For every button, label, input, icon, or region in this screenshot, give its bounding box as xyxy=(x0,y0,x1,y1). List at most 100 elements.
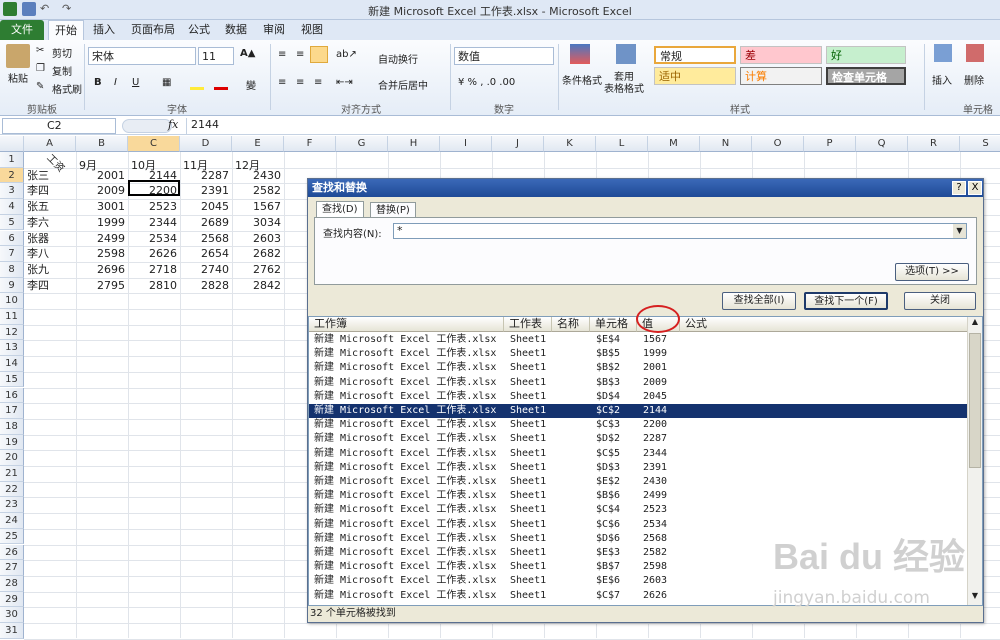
cut-icon[interactable]: ✂ xyxy=(36,45,44,56)
row-header-25[interactable]: 25 xyxy=(0,528,24,545)
result-row[interactable]: 新建 Microsoft Excel 工作表.xlsx Sheet1 $B$5 199… xyxy=(309,347,968,361)
style-neutral[interactable]: 适中 xyxy=(654,67,736,85)
results-header-2[interactable]: 名称 xyxy=(552,317,590,332)
name-box[interactable]: C2 xyxy=(2,118,116,134)
result-row[interactable]: 新建 Microsoft Excel 工作表.xlsx Sheet1 $D$2 228… xyxy=(309,432,968,446)
italic-icon[interactable]: I xyxy=(114,77,117,88)
row-header-30[interactable]: 30 xyxy=(0,607,24,623)
name-cell[interactable]: 张九 xyxy=(24,262,76,278)
column-header-b[interactable]: B xyxy=(76,136,128,152)
column-header-m[interactable]: M xyxy=(648,136,700,152)
column-header-q[interactable]: Q xyxy=(856,136,908,152)
column-header-o[interactable]: O xyxy=(752,136,804,152)
result-row[interactable]: 新建 Microsoft Excel 工作表.xlsx Sheet1 $E$4 156… xyxy=(309,333,968,347)
conditional-format-button[interactable]: 条件格式 xyxy=(562,72,602,87)
row-header-28[interactable]: 28 xyxy=(0,575,24,592)
tab-view[interactable]: 视图 xyxy=(294,20,330,40)
find-next-button[interactable]: 查找下一个(F) xyxy=(804,292,888,310)
row-header-24[interactable]: 24 xyxy=(0,513,24,529)
wrap-text-button[interactable]: 自动换行 xyxy=(378,51,418,66)
result-row[interactable]: 新建 Microsoft Excel 工作表.xlsx Sheet1 $C$3 220… xyxy=(309,418,968,432)
row-header-5[interactable]: 5 xyxy=(0,214,24,231)
column-header-j[interactable]: J xyxy=(492,136,544,152)
align-top-icon[interactable]: ≡ xyxy=(278,49,286,60)
style-check-cell[interactable]: 检查单元格 xyxy=(826,67,906,85)
value-cell[interactable]: 3001 xyxy=(76,199,128,215)
row-header-29[interactable]: 29 xyxy=(0,591,24,608)
insert-cells-icon[interactable] xyxy=(934,44,952,62)
orientation-icon[interactable]: ab↗ xyxy=(336,49,357,60)
value-cell[interactable]: 2689 xyxy=(180,215,232,231)
tab-page-layout[interactable]: 页面布局 xyxy=(124,20,182,40)
merge-center-button[interactable]: 合并后居中 xyxy=(378,77,428,92)
tab-file[interactable]: 文件 xyxy=(0,20,44,40)
underline-icon[interactable]: U xyxy=(132,77,139,88)
column-header-f[interactable]: F xyxy=(284,136,336,152)
row-header-16[interactable]: 16 xyxy=(0,387,24,404)
row-header-17[interactable]: 17 xyxy=(0,403,24,419)
value-cell[interactable]: 1567 xyxy=(232,199,284,215)
align-center-icon[interactable]: ≡ xyxy=(296,77,304,88)
value-cell[interactable]: 1999 xyxy=(76,215,128,231)
table-format-icon[interactable] xyxy=(616,44,636,64)
tab-formulas[interactable]: 公式 xyxy=(184,20,214,40)
grow-font-icon[interactable]: A▲ xyxy=(240,48,255,59)
results-header-0[interactable]: 工作簿 xyxy=(309,317,504,332)
close-icon[interactable]: X xyxy=(968,181,982,195)
close-button[interactable]: 关闭 xyxy=(904,292,976,310)
value-cell[interactable]: 2762 xyxy=(232,262,284,278)
fill-color-icon[interactable] xyxy=(190,87,204,90)
border-icon[interactable]: ▦ xyxy=(162,77,171,88)
row-header-18[interactable]: 18 xyxy=(0,418,24,435)
format-painter-button[interactable]: 格式刷 xyxy=(52,81,82,96)
tab-home[interactable]: 开始 xyxy=(48,20,84,41)
value-cell[interactable]: 2696 xyxy=(76,262,128,278)
bold-icon[interactable]: B xyxy=(94,77,102,88)
row-header-14[interactable]: 14 xyxy=(0,356,24,372)
value-cell[interactable]: 2499 xyxy=(76,231,128,247)
result-row[interactable]: 新建 Microsoft Excel 工作表.xlsx Sheet1 $D$4 204… xyxy=(309,390,968,404)
copy-icon[interactable]: ❐ xyxy=(36,63,45,74)
row-header-12[interactable]: 12 xyxy=(0,324,24,341)
insert-function-icon[interactable]: fx xyxy=(168,118,178,131)
formula-input[interactable]: 2144 xyxy=(186,118,998,134)
tab-data[interactable]: 数据 xyxy=(218,20,254,40)
row-header-21[interactable]: 21 xyxy=(0,466,24,482)
row-header-2[interactable]: 2 xyxy=(0,167,24,184)
value-cell[interactable]: 2598 xyxy=(76,246,128,262)
row-header-4[interactable]: 4 xyxy=(0,199,24,215)
tab-find[interactable]: 查找(D) xyxy=(316,201,364,218)
row-header-3[interactable]: 3 xyxy=(0,183,24,200)
value-cell[interactable]: 3034 xyxy=(232,215,284,231)
value-cell[interactable]: 2740 xyxy=(180,262,232,278)
value-cell[interactable]: 2534 xyxy=(128,231,180,247)
column-header-k[interactable]: K xyxy=(544,136,596,152)
row-header-22[interactable]: 22 xyxy=(0,481,24,498)
row-header-31[interactable]: 31 xyxy=(0,623,24,639)
help-button[interactable]: ? xyxy=(952,181,966,195)
results-header-5[interactable]: 公式 xyxy=(680,317,968,332)
row-header-10[interactable]: 10 xyxy=(0,293,24,309)
value-cell[interactable]: 2009 xyxy=(76,183,128,199)
value-cell[interactable]: 2001 xyxy=(76,168,128,184)
copy-button[interactable]: 复制 xyxy=(52,63,72,78)
results-header-3[interactable]: 单元格 xyxy=(590,317,637,332)
tab-insert[interactable]: 插入 xyxy=(86,20,122,40)
result-row-selected[interactable]: 新建 Microsoft Excel 工作表.xlsx Sheet1 $C$2 214… xyxy=(309,404,968,419)
align-right-icon[interactable]: ≡ xyxy=(314,77,322,88)
tab-review[interactable]: 审阅 xyxy=(256,20,292,40)
select-all-corner[interactable] xyxy=(0,136,24,152)
scroll-up-icon[interactable]: ▲ xyxy=(969,317,981,330)
value-cell[interactable]: 2391 xyxy=(180,183,232,199)
value-cell[interactable]: 2795 xyxy=(76,278,128,294)
style-calculation[interactable]: 计算 xyxy=(740,67,822,85)
result-row[interactable]: 新建 Microsoft Excel 工作表.xlsx Sheet1 $E$2 243… xyxy=(309,475,968,489)
row-header-27[interactable]: 27 xyxy=(0,560,24,576)
results-header-1[interactable]: 工作表 xyxy=(504,317,552,332)
phonetic-icon[interactable]: 變 xyxy=(246,77,256,92)
style-good[interactable]: 好 xyxy=(826,46,906,64)
value-cell[interactable]: 2287 xyxy=(180,168,232,184)
column-header-l[interactable]: L xyxy=(596,136,648,152)
align-middle-icon[interactable]: ≡ xyxy=(296,49,304,60)
column-header-g[interactable]: G xyxy=(336,136,388,152)
